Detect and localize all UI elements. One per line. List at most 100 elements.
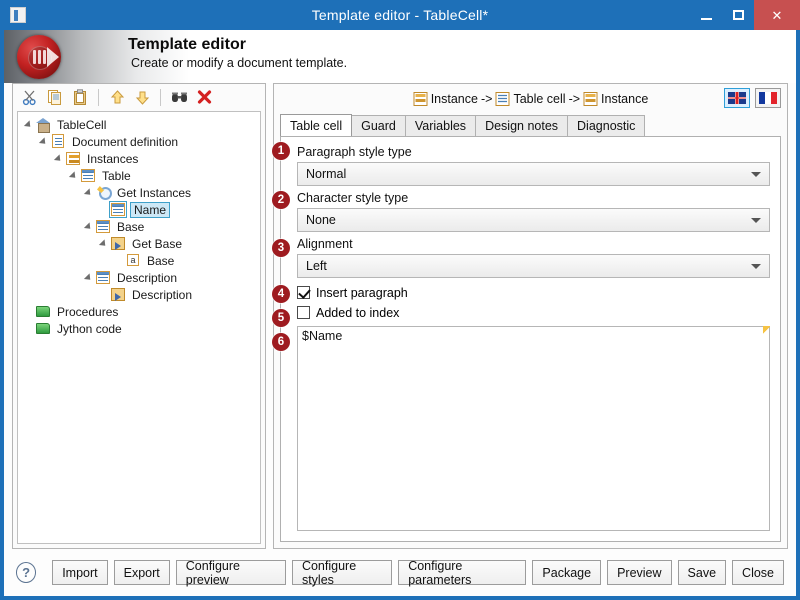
table-icon [95, 219, 111, 234]
app-icon [10, 7, 26, 23]
preview-button[interactable]: Preview [607, 560, 672, 585]
tree-view[interactable]: TableCell Document definition Instances Tab… [17, 111, 261, 544]
added-to-index-row[interactable]: Added to index [297, 303, 770, 322]
tree-node-tablecell[interactable]: TableCell [18, 116, 260, 133]
expander-open-icon[interactable] [99, 238, 110, 249]
chevron-down-icon [751, 263, 761, 269]
close-button[interactable]: Close [732, 560, 785, 585]
tree-node-label: Base [117, 219, 145, 234]
configure-preview-button[interactable]: Configure preview [175, 559, 286, 587]
tree-node-label: Document definition [72, 134, 179, 149]
paste-button[interactable] [69, 87, 91, 109]
breadcrumb-part-0[interactable]: Instance [431, 92, 478, 106]
expander-open-icon[interactable] [84, 187, 95, 198]
instances-icon [65, 151, 81, 166]
paragraph-style-select[interactable]: Normal [297, 162, 770, 186]
delete-button[interactable] [193, 87, 215, 109]
tree-node-label: Description [117, 270, 178, 285]
alignment-select[interactable]: Left [297, 254, 770, 278]
application-window: Template editor - TableCell* ✕ Template … [0, 0, 800, 600]
move-down-button[interactable] [131, 87, 153, 109]
toolbar-separator [98, 89, 99, 106]
search-button[interactable] [168, 87, 190, 109]
help-button[interactable]: ? [16, 562, 37, 583]
badge-4: 4 [272, 285, 290, 303]
resize-corner-icon [763, 326, 770, 335]
tab-design-notes[interactable]: Design notes [475, 115, 569, 136]
insert-paragraph-row[interactable]: Insert paragraph [297, 283, 770, 302]
button-label: Package [542, 565, 592, 580]
tree-node-description[interactable]: Description [18, 269, 260, 286]
character-style-select[interactable]: None [297, 208, 770, 232]
tree-node-base[interactable]: a Base [18, 252, 260, 269]
move-up-button[interactable] [106, 87, 128, 109]
badge-2: 2 [272, 191, 290, 209]
configure-parameters-button[interactable]: Configure parameters [398, 559, 527, 587]
tree-node-label: Name [130, 201, 171, 218]
close-button[interactable]: ✕ [754, 0, 800, 30]
minimize-button[interactable] [690, 0, 722, 30]
tree-node-table[interactable]: Table [18, 167, 260, 184]
tree-node-get-instances[interactable]: Get Instances [18, 184, 260, 201]
paragraph-style-label: Paragraph style type [297, 145, 412, 159]
content-text: $Name [302, 329, 343, 343]
expander-icon [114, 255, 125, 266]
client-area: Template editor Create or modify a docum… [4, 30, 796, 596]
expander-open-icon[interactable] [84, 272, 95, 283]
tree-node-name[interactable]: Name [18, 201, 260, 218]
language-button-french[interactable] [755, 88, 781, 108]
tree-node-document-definition[interactable]: Document definition [18, 133, 260, 150]
arrow-box-icon [110, 287, 126, 302]
configure-styles-button[interactable]: Configure styles [291, 558, 393, 587]
import-button[interactable]: Import [52, 560, 108, 585]
cut-icon [22, 90, 36, 106]
button-label: Configure styles [301, 558, 357, 587]
tree-node-get-base[interactable]: Get Base [18, 235, 260, 252]
table-cell-icon [495, 92, 510, 106]
breadcrumb-part-2[interactable]: Instance [601, 92, 648, 106]
tree-node-label: Get Base [132, 236, 183, 251]
copy-button[interactable] [44, 87, 66, 109]
tree-node-instances[interactable]: Instances [18, 150, 260, 167]
tree-node-procedures[interactable]: Procedures [18, 303, 260, 320]
close-icon: ✕ [771, 7, 783, 23]
character-style-label: Character style type [297, 191, 409, 205]
insert-paragraph-checkbox[interactable] [297, 286, 310, 299]
expander-open-icon[interactable] [24, 119, 35, 130]
expander-open-icon[interactable] [69, 170, 80, 181]
expander-open-icon[interactable] [54, 153, 65, 164]
window-controls: ✕ [690, 0, 800, 30]
title-bar: Template editor - TableCell* ✕ [0, 0, 800, 30]
expander-open-icon[interactable] [39, 136, 50, 147]
tree-node-description[interactable]: Description [18, 286, 260, 303]
tab-guard[interactable]: Guard [351, 115, 406, 136]
maximize-button[interactable] [722, 0, 754, 30]
button-label: Save [687, 565, 717, 580]
save-button[interactable]: Save [677, 560, 727, 585]
breadcrumb-part-1[interactable]: Table cell [513, 92, 565, 106]
tab-label: Guard [361, 119, 396, 133]
insert-paragraph-label: Insert paragraph [316, 285, 408, 300]
tab-diagnostic[interactable]: Diagnostic [567, 115, 646, 136]
tree-node-jython-code[interactable]: Jython code [18, 320, 260, 337]
package-button[interactable]: Package [532, 560, 602, 585]
cut-button[interactable] [19, 87, 41, 109]
tree-node-label: Jython code [57, 321, 122, 336]
search-icon [171, 92, 187, 102]
export-button[interactable]: Export [113, 560, 170, 585]
paste-icon [73, 89, 86, 105]
breadcrumb-separator-1: -> [568, 92, 581, 106]
badge-1: 1 [272, 142, 290, 160]
content-textarea[interactable]: $Name [297, 326, 770, 531]
added-to-index-checkbox[interactable] [297, 306, 310, 319]
tree-node-base[interactable]: Base [18, 218, 260, 235]
expander-icon [99, 289, 110, 300]
badge-3: 3 [272, 239, 290, 257]
editor-panel: Instance -> Table cell -> Instance Table… [272, 83, 788, 549]
footer-bar: ? Import Export Configure preview Configure… [4, 549, 796, 596]
delete-icon [197, 90, 211, 104]
tab-table-cell[interactable]: Table cell [280, 114, 353, 136]
expander-open-icon[interactable] [84, 221, 95, 232]
tab-variables[interactable]: Variables [404, 115, 477, 136]
language-button-english[interactable] [724, 88, 750, 108]
